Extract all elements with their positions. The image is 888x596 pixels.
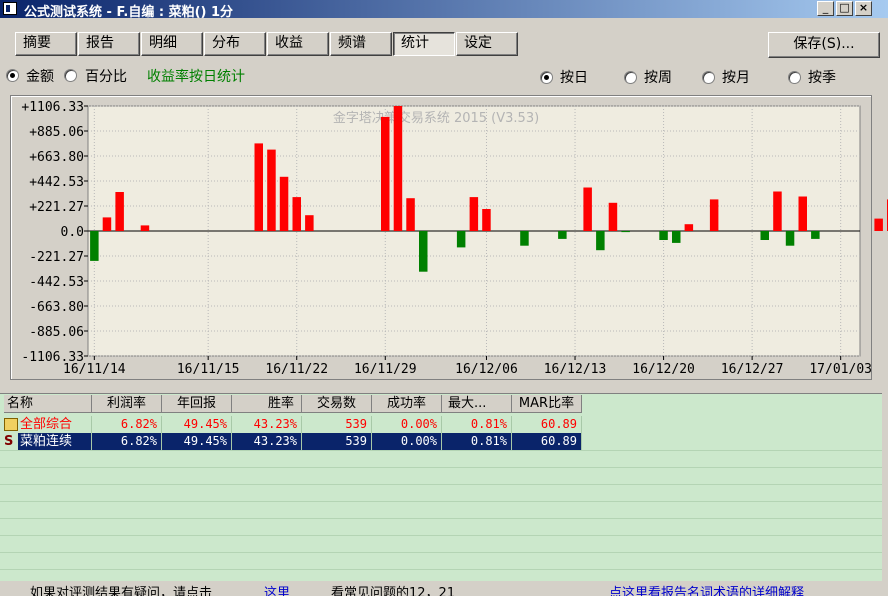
bar-negative (621, 231, 630, 233)
bar-negative (596, 231, 605, 251)
bar-positive (115, 192, 124, 231)
bar-negative (659, 231, 668, 240)
y-tick-label: 0.0 (61, 225, 84, 240)
y-tick-label: -442.53 (29, 275, 84, 290)
faq-link[interactable]: 这里 (264, 582, 290, 596)
row-value-cell: 0.00% (372, 416, 442, 433)
bar-positive (267, 149, 276, 231)
y-tick-label: +442.53 (29, 175, 84, 190)
y-tick-label: -221.27 (29, 250, 84, 265)
bar-positive (254, 143, 263, 231)
row-value-cell: 43.23% (232, 416, 302, 433)
col-header-annual-return[interactable]: 年回报 (162, 395, 232, 413)
bar-positive (874, 218, 883, 231)
row-value-cell: 539 (302, 433, 372, 450)
bar-positive (305, 215, 314, 231)
chart-watermark: 金字塔决策交易系统 2015 (V3.53) (333, 110, 539, 126)
bar-positive (102, 217, 112, 231)
bar-positive (798, 196, 807, 231)
y-tick-label: +663.80 (29, 150, 84, 165)
x-tick-label: 16/12/06 (455, 362, 518, 377)
row-value-cell: 60.89 (512, 433, 582, 450)
status-faq-text: 看常见问题的12，21 (331, 586, 456, 596)
col-header-success-rate[interactable]: 成功率 (372, 395, 442, 413)
row-value-cell: 539 (302, 416, 372, 433)
x-tick-label: 16/11/15 (177, 362, 240, 377)
bar-positive (140, 225, 150, 231)
x-tick-label: 16/12/27 (721, 362, 784, 377)
grid-row-line (0, 552, 882, 553)
glossary-link[interactable]: 点这里看报告名词术语的详细解释 (609, 582, 804, 596)
bar-positive (393, 106, 403, 231)
col-header-profit-rate[interactable]: 利润率 (92, 395, 162, 413)
status-bar: 如果对评测结果有疑问，请点击 这里 看常见问题的12，21 点这里看报告名词术语… (0, 581, 888, 596)
bar-positive (482, 209, 491, 231)
bar-positive (684, 224, 694, 231)
grid-row-line (0, 467, 882, 468)
row-value-cell: 0.00% (372, 433, 442, 450)
bar-negative (672, 231, 681, 243)
col-header-max-drawdown[interactable]: 最大... (442, 395, 512, 413)
y-tick-label: +1106.33 (21, 100, 84, 115)
y-tick-label: -663.80 (29, 300, 84, 315)
bar-negative (811, 231, 820, 239)
grid-row-line (0, 569, 882, 570)
table-row[interactable]: 全部综合 6.82% 49.45% 43.23% 539 0.00% 0.81% 60.89 (0, 416, 582, 433)
bar-negative (520, 231, 529, 246)
bar-negative (558, 231, 567, 239)
bar-positive (608, 202, 618, 231)
row-value-cell: 0.81% (442, 433, 512, 450)
folder-icon (4, 418, 18, 431)
status-help-text: 如果对评测结果有疑问，请点击 (30, 586, 213, 596)
grid-row-line (0, 484, 882, 485)
bar-negative (90, 231, 99, 261)
row-value-cell: 49.45% (162, 433, 232, 450)
daily-return-chart: +1106.33 +885.06 +663.80 +442.53 +221.27 0.0 -… (21, 100, 888, 377)
row-value-cell: 60.89 (512, 416, 582, 433)
table-row[interactable]: S 菜粕连续 6.82% 49.45% 43.23% 539 0.00% 0.81% 60.89 (0, 433, 582, 450)
bar-positive (469, 197, 479, 231)
strategy-s-icon: S (4, 434, 14, 449)
grid-row-line (0, 535, 882, 536)
bar-positive (773, 191, 782, 231)
grid-row-line (0, 518, 882, 519)
col-header-trades[interactable]: 交易数 (302, 395, 372, 413)
row-value-cell: 43.23% (232, 433, 302, 450)
bar-negative (456, 231, 466, 248)
bar-negative (419, 231, 428, 272)
x-tick-label: 17/01/03 (809, 362, 872, 377)
grid-edge (882, 393, 888, 581)
x-tick-label: 16/12/20 (632, 362, 695, 377)
row-value-cell: 49.45% (162, 416, 232, 433)
bar-positive (406, 198, 415, 231)
y-tick-label: +221.27 (29, 200, 84, 215)
row-value-cell: 6.82% (92, 433, 162, 450)
bar-negative (760, 231, 769, 240)
col-header-win-rate[interactable]: 胜率 (232, 395, 302, 413)
row-name-cell: 菜粕连续 (18, 433, 92, 450)
row-name-cell: 全部综合 (18, 416, 92, 433)
x-tick-label: 16/11/14 (63, 362, 126, 377)
x-tick-label: 16/11/29 (354, 362, 417, 377)
y-tick-label: -885.06 (29, 325, 84, 340)
bar-positive (381, 116, 390, 231)
bar-positive (292, 197, 301, 231)
row-value-cell: 6.82% (92, 416, 162, 433)
col-header-mar-ratio[interactable]: MAR比率 (512, 395, 582, 413)
bar-positive (709, 199, 719, 231)
x-tick-label: 16/12/13 (544, 362, 607, 377)
bar-positive (583, 187, 592, 231)
bar-positive (279, 176, 289, 231)
row-value-cell: 0.81% (442, 416, 512, 433)
grid-row-line (0, 501, 882, 502)
grid-row-line (0, 450, 882, 451)
x-tick-label: 16/11/22 (265, 362, 328, 377)
col-header-name[interactable]: 名称 (4, 395, 92, 413)
bar-negative (785, 231, 795, 246)
y-tick-label: +885.06 (29, 125, 84, 140)
